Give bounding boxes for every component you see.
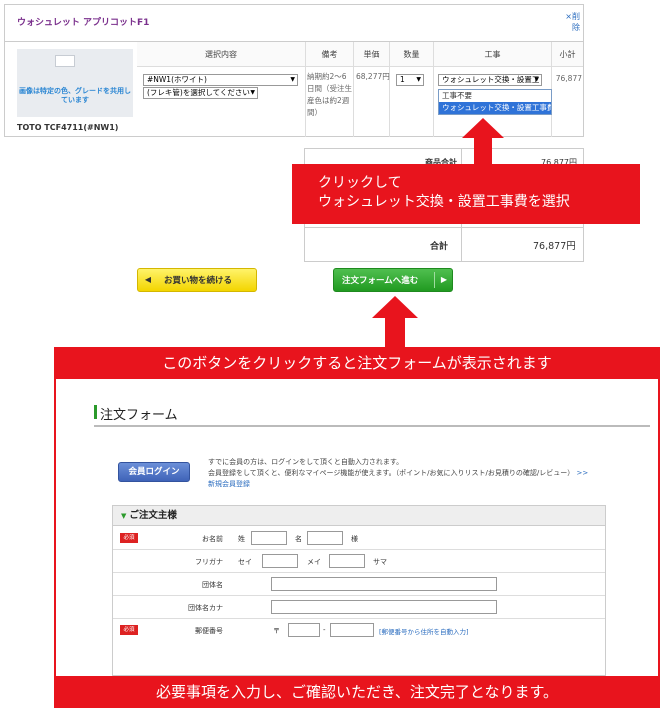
dropdown-option-washlet-installation[interactable]: ウォシュレット交換・設置工事費 8,600円 [439, 102, 551, 114]
title-accent-bar [94, 405, 97, 419]
mei-label: メイ [307, 558, 321, 566]
grand-total-value: 76,877円 [533, 241, 576, 252]
organization-kana-input[interactable] [271, 600, 497, 614]
order-form-title: 注文フォーム [100, 408, 178, 423]
construction-select[interactable]: ウォシュレット交換・設置工 ▼ [438, 74, 542, 86]
triangle-left-icon: ◀ [144, 275, 152, 284]
completion-banner: 必要事項を入力し、ご確認いただき、注文完了となります。 [54, 676, 660, 708]
register-link[interactable]: 新規会員登録 [208, 479, 648, 490]
header-selection: 選択内容 [137, 42, 306, 67]
chevron-down-icon: ▼ [290, 76, 295, 83]
toilet-seat-icon [55, 55, 75, 67]
construction-callout: クリックして ウォシュレット交換・設置工事費を選択 [292, 164, 640, 224]
chevron-down-icon: ▼ [416, 76, 421, 83]
zip-label: 郵便番号 [195, 627, 223, 635]
zip-second-input[interactable] [330, 623, 374, 637]
first-name-input[interactable] [307, 531, 343, 545]
button-divider [434, 272, 435, 288]
name-row: 必須 お名前 姓 名 様 [113, 527, 605, 550]
organization-kana-label: 団体名カナ [188, 604, 223, 612]
callout-line-1: クリックして [318, 175, 402, 191]
color-select-value: #NW1(ホワイト) [147, 75, 207, 84]
flexible-pipe-select-value: (フレキ管)を選択してください [147, 88, 250, 97]
order-form-preview: 注文フォーム 会員ログイン すでに会員の方は、ログインをして頂くと自動入力されま… [54, 379, 660, 676]
sei-input[interactable] [262, 554, 298, 568]
login-description: すでに会員の方は、ログインをして頂くと自動入力されます。 会員登録をして頂くと、… [208, 457, 648, 490]
quantity-select-value: 1 [400, 75, 405, 84]
header-unit-price: 単価 [354, 42, 390, 67]
orderer-section: ▼ ご注文主様 必須 お名前 姓 名 様 フリガナ セイ メイ サマ 団体名 団体 [112, 505, 606, 676]
totals-divider [305, 227, 583, 228]
cart-product-header: ウォシュレット アプリコットF1 ×削除 [5, 5, 583, 42]
login-text-line-2: 会員登録をして頂くと、便利なマイページ機能が使えます。（ポイント/お気に入りリス… [208, 468, 648, 479]
product-image-placeholder: 画像は特定の色、グレードを共用しています [17, 49, 133, 117]
sama-kana-label: サマ [373, 558, 387, 566]
organization-input[interactable] [271, 577, 497, 591]
arrow-up-icon [372, 296, 418, 348]
title-underline [94, 425, 650, 427]
honorific-label: 様 [351, 535, 358, 543]
zip-row: 必須 郵便番号 〒 - [郵便番号から住所を自動入力] [113, 619, 605, 642]
name-label: お名前 [202, 535, 223, 543]
order-form-banner: このボタンをクリックすると注文フォームが表示されます [54, 347, 660, 379]
required-badge: 必須 [120, 533, 138, 543]
unit-price: 68,277円 [356, 72, 390, 81]
member-login-button[interactable]: 会員ログイン [118, 462, 190, 482]
grand-total-label: 合計 [430, 242, 449, 252]
continue-shopping-button[interactable]: ◀ お買い物を続ける [137, 268, 257, 292]
orderer-section-header: ▼ ご注文主様 [113, 506, 605, 526]
header-remarks: 備考 [306, 42, 354, 67]
color-select[interactable]: #NW1(ホワイト) ▼ [143, 74, 298, 86]
last-name-label: 姓 [238, 535, 245, 543]
remarks-text: 納期約2～6日間（受注生産色は約2週間） [307, 72, 352, 117]
zip-first-input[interactable] [288, 623, 320, 637]
organization-label: 団体名 [202, 581, 223, 589]
login-more-link[interactable]: >> [576, 469, 588, 477]
required-badge: 必須 [120, 625, 138, 635]
product-model: TOTO TCF4711(#NW1) [17, 123, 119, 132]
subtotal-value: 76,877 [555, 74, 582, 83]
quantity-select[interactable]: 1 ▼ [396, 74, 424, 86]
first-name-label: 名 [295, 535, 302, 543]
last-name-input[interactable] [251, 531, 287, 545]
organization-kana-row: 団体名カナ [113, 596, 605, 619]
proceed-order-label: 注文フォームへ進む [342, 276, 419, 286]
sei-label: セイ [238, 558, 252, 566]
product-title: ウォシュレット アプリコットF1 [17, 18, 150, 28]
callout-line-2: ウォシュレット交換・設置工事費を選択 [318, 194, 570, 210]
arrow-up-icon [462, 118, 504, 166]
construction-dropdown: 工事不要 ウォシュレット交換・設置工事費 8,600円 [438, 89, 552, 115]
header-quantity: 数量 [390, 42, 434, 67]
flexible-pipe-select[interactable]: (フレキ管)を選択してください ▼ [143, 87, 258, 99]
chevron-down-icon: ▼ [534, 76, 539, 83]
construction-select-value: ウォシュレット交換・設置工 [442, 75, 540, 84]
furigana-label: フリガナ [195, 558, 223, 566]
zip-mark: 〒 [273, 627, 280, 635]
zip-autofill-link[interactable]: [郵便番号から住所を自動入力] [379, 626, 469, 636]
orderer-section-title: ご注文主様 [129, 510, 177, 521]
mei-input[interactable] [329, 554, 365, 568]
header-construction: 工事 [434, 42, 552, 67]
triangle-down-icon: ▼ [121, 512, 127, 520]
dropdown-option-no-construction[interactable]: 工事不要 [439, 90, 551, 102]
login-text-line-1: すでに会員の方は、ログインをして頂くと自動入力されます。 [208, 458, 404, 466]
zip-dash: - [323, 626, 326, 634]
continue-shopping-label: お買い物を続ける [164, 276, 233, 286]
proceed-order-button[interactable]: 注文フォームへ進む ▶ [333, 268, 453, 292]
no-image-text: 画像は特定の色、グレードを共用しています [19, 87, 131, 104]
header-subtotal: 小計 [552, 42, 583, 67]
furigana-row: フリガナ セイ メイ サマ [113, 550, 605, 573]
organization-row: 団体名 [113, 573, 605, 596]
triangle-right-icon: ▶ [440, 275, 448, 284]
delete-item-link[interactable]: ×削除 [558, 11, 580, 33]
login-text-body: 会員登録をして頂くと、便利なマイページ機能が使えます。（ポイント/お気に入りリス… [208, 469, 575, 477]
chevron-down-icon: ▼ [250, 89, 255, 96]
